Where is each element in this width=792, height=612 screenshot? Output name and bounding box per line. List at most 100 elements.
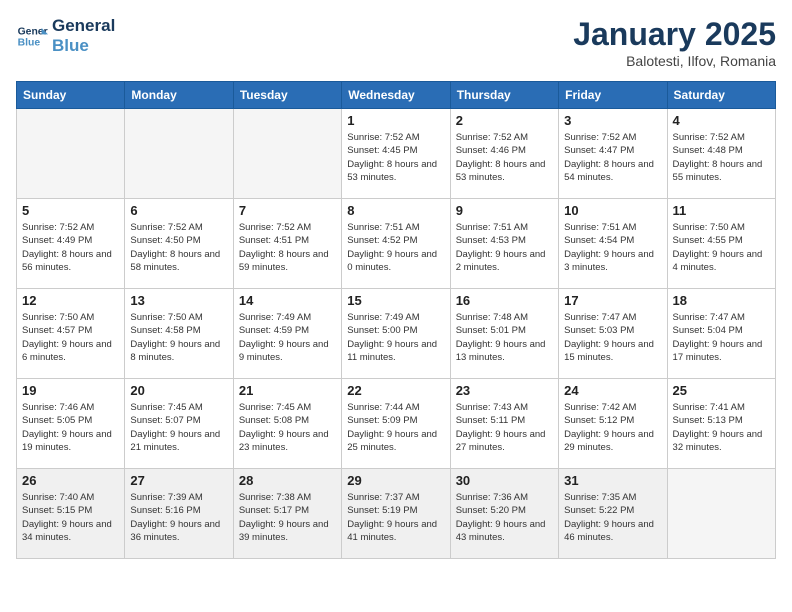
day-info: Sunrise: 7:52 AM Sunset: 4:49 PM Dayligh… [22, 221, 119, 274]
day-number: 6 [130, 203, 227, 218]
day-number: 10 [564, 203, 661, 218]
svg-text:Blue: Blue [18, 38, 41, 49]
calendar-cell [233, 109, 341, 199]
day-info: Sunrise: 7:48 AM Sunset: 5:01 PM Dayligh… [456, 311, 553, 364]
calendar-cell: 20Sunrise: 7:45 AM Sunset: 5:07 PM Dayli… [125, 379, 233, 469]
calendar-cell: 17Sunrise: 7:47 AM Sunset: 5:03 PM Dayli… [559, 289, 667, 379]
day-number: 9 [456, 203, 553, 218]
month-title: January 2025 [573, 16, 776, 53]
day-info: Sunrise: 7:52 AM Sunset: 4:46 PM Dayligh… [456, 131, 553, 184]
calendar-cell: 26Sunrise: 7:40 AM Sunset: 5:15 PM Dayli… [17, 469, 125, 559]
calendar-cell: 7 Sunrise: 7:52 AM Sunset: 4:51 PM Daylig… [233, 199, 341, 289]
calendar-cell: 18 Sunrise: 7:47 AM Sunset: 5:04 PM Dayli… [667, 289, 775, 379]
calendar-cell: 16 Sunrise: 7:48 AM Sunset: 5:01 PM Dayli… [450, 289, 558, 379]
day-number: 1 [347, 113, 444, 128]
day-number: 11 [673, 203, 770, 218]
day-number: 16 [456, 293, 553, 308]
day-number: 14 [239, 293, 336, 308]
calendar-week-row: 5 Sunrise: 7:52 AM Sunset: 4:49 PM Daylig… [17, 199, 776, 289]
day-number: 27 [130, 473, 227, 488]
calendar-cell: 5 Sunrise: 7:52 AM Sunset: 4:49 PM Daylig… [17, 199, 125, 289]
logo: General Blue General Blue [16, 16, 115, 57]
day-info: Sunrise: 7:51 AM Sunset: 4:54 PM Dayligh… [564, 221, 661, 274]
day-number: 25 [673, 383, 770, 398]
calendar-week-row: 1Sunrise: 7:52 AM Sunset: 4:45 PM Daylig… [17, 109, 776, 199]
location: Balotesti, Ilfov, Romania [573, 53, 776, 69]
page-header: General Blue General Blue January 2025 B… [16, 16, 776, 69]
day-info: Sunrise: 7:47 AM Sunset: 5:04 PM Dayligh… [673, 311, 770, 364]
calendar-cell: 2 Sunrise: 7:52 AM Sunset: 4:46 PM Daylig… [450, 109, 558, 199]
logo-general: General [52, 16, 115, 36]
calendar-cell: 4Sunrise: 7:52 AM Sunset: 4:48 PM Daylig… [667, 109, 775, 199]
weekday-header: Tuesday [233, 82, 341, 109]
day-number: 13 [130, 293, 227, 308]
calendar-cell [17, 109, 125, 199]
day-info: Sunrise: 7:40 AM Sunset: 5:15 PM Dayligh… [22, 491, 119, 544]
day-number: 22 [347, 383, 444, 398]
calendar-cell: 9Sunrise: 7:51 AM Sunset: 4:53 PM Daylig… [450, 199, 558, 289]
day-number: 18 [673, 293, 770, 308]
day-info: Sunrise: 7:38 AM Sunset: 5:17 PM Dayligh… [239, 491, 336, 544]
day-number: 29 [347, 473, 444, 488]
day-number: 17 [564, 293, 661, 308]
logo-icon: General Blue [16, 20, 48, 52]
day-number: 12 [22, 293, 119, 308]
day-info: Sunrise: 7:41 AM Sunset: 5:13 PM Dayligh… [673, 401, 770, 454]
day-info: Sunrise: 7:46 AM Sunset: 5:05 PM Dayligh… [22, 401, 119, 454]
day-number: 24 [564, 383, 661, 398]
calendar-cell: 11 Sunrise: 7:50 AM Sunset: 4:55 PM Dayli… [667, 199, 775, 289]
day-info: Sunrise: 7:36 AM Sunset: 5:20 PM Dayligh… [456, 491, 553, 544]
day-number: 8 [347, 203, 444, 218]
weekday-header: Thursday [450, 82, 558, 109]
calendar-cell: 24 Sunrise: 7:42 AM Sunset: 5:12 PM Dayli… [559, 379, 667, 469]
day-number: 5 [22, 203, 119, 218]
calendar-cell: 8 Sunrise: 7:51 AM Sunset: 4:52 PM Daylig… [342, 199, 450, 289]
day-info: Sunrise: 7:50 AM Sunset: 4:55 PM Dayligh… [673, 221, 770, 274]
day-info: Sunrise: 7:44 AM Sunset: 5:09 PM Dayligh… [347, 401, 444, 454]
weekday-header: Wednesday [342, 82, 450, 109]
day-info: Sunrise: 7:52 AM Sunset: 4:47 PM Dayligh… [564, 131, 661, 184]
calendar-cell: 19 Sunrise: 7:46 AM Sunset: 5:05 PM Dayli… [17, 379, 125, 469]
weekday-header-row: SundayMondayTuesdayWednesdayThursdayFrid… [17, 82, 776, 109]
day-number: 7 [239, 203, 336, 218]
day-info: Sunrise: 7:51 AM Sunset: 4:52 PM Dayligh… [347, 221, 444, 274]
day-number: 19 [22, 383, 119, 398]
calendar-cell: 15 Sunrise: 7:49 AM Sunset: 5:00 PM Dayli… [342, 289, 450, 379]
calendar-cell: 22 Sunrise: 7:44 AM Sunset: 5:09 PM Dayli… [342, 379, 450, 469]
day-info: Sunrise: 7:52 AM Sunset: 4:51 PM Dayligh… [239, 221, 336, 274]
day-info: Sunrise: 7:50 AM Sunset: 4:58 PM Dayligh… [130, 311, 227, 364]
calendar-cell: 29Sunrise: 7:37 AM Sunset: 5:19 PM Dayli… [342, 469, 450, 559]
calendar-week-row: 19 Sunrise: 7:46 AM Sunset: 5:05 PM Dayli… [17, 379, 776, 469]
day-info: Sunrise: 7:45 AM Sunset: 5:07 PM Dayligh… [130, 401, 227, 454]
day-info: Sunrise: 7:39 AM Sunset: 5:16 PM Dayligh… [130, 491, 227, 544]
logo-blue: Blue [52, 36, 115, 56]
day-info: Sunrise: 7:35 AM Sunset: 5:22 PM Dayligh… [564, 491, 661, 544]
calendar-cell: 31Sunrise: 7:35 AM Sunset: 5:22 PM Dayli… [559, 469, 667, 559]
day-info: Sunrise: 7:50 AM Sunset: 4:57 PM Dayligh… [22, 311, 119, 364]
day-info: Sunrise: 7:49 AM Sunset: 4:59 PM Dayligh… [239, 311, 336, 364]
calendar-cell: 25 Sunrise: 7:41 AM Sunset: 5:13 PM Dayli… [667, 379, 775, 469]
calendar: SundayMondayTuesdayWednesdayThursdayFrid… [16, 81, 776, 559]
day-info: Sunrise: 7:42 AM Sunset: 5:12 PM Dayligh… [564, 401, 661, 454]
day-info: Sunrise: 7:43 AM Sunset: 5:11 PM Dayligh… [456, 401, 553, 454]
day-number: 3 [564, 113, 661, 128]
calendar-cell: 13 Sunrise: 7:50 AM Sunset: 4:58 PM Dayli… [125, 289, 233, 379]
calendar-cell: 23Sunrise: 7:43 AM Sunset: 5:11 PM Dayli… [450, 379, 558, 469]
weekday-header: Friday [559, 82, 667, 109]
day-number: 2 [456, 113, 553, 128]
day-info: Sunrise: 7:52 AM Sunset: 4:50 PM Dayligh… [130, 221, 227, 274]
calendar-cell: 1Sunrise: 7:52 AM Sunset: 4:45 PM Daylig… [342, 109, 450, 199]
calendar-cell: 6 Sunrise: 7:52 AM Sunset: 4:50 PM Daylig… [125, 199, 233, 289]
calendar-cell: 10 Sunrise: 7:51 AM Sunset: 4:54 PM Dayli… [559, 199, 667, 289]
day-number: 21 [239, 383, 336, 398]
day-info: Sunrise: 7:45 AM Sunset: 5:08 PM Dayligh… [239, 401, 336, 454]
day-number: 15 [347, 293, 444, 308]
day-number: 30 [456, 473, 553, 488]
calendar-week-row: 26Sunrise: 7:40 AM Sunset: 5:15 PM Dayli… [17, 469, 776, 559]
calendar-cell: 21 Sunrise: 7:45 AM Sunset: 5:08 PM Dayli… [233, 379, 341, 469]
calendar-cell: 12 Sunrise: 7:50 AM Sunset: 4:57 PM Dayli… [17, 289, 125, 379]
day-info: Sunrise: 7:49 AM Sunset: 5:00 PM Dayligh… [347, 311, 444, 364]
title-block: January 2025 Balotesti, Ilfov, Romania [573, 16, 776, 69]
day-number: 4 [673, 113, 770, 128]
weekday-header: Saturday [667, 82, 775, 109]
